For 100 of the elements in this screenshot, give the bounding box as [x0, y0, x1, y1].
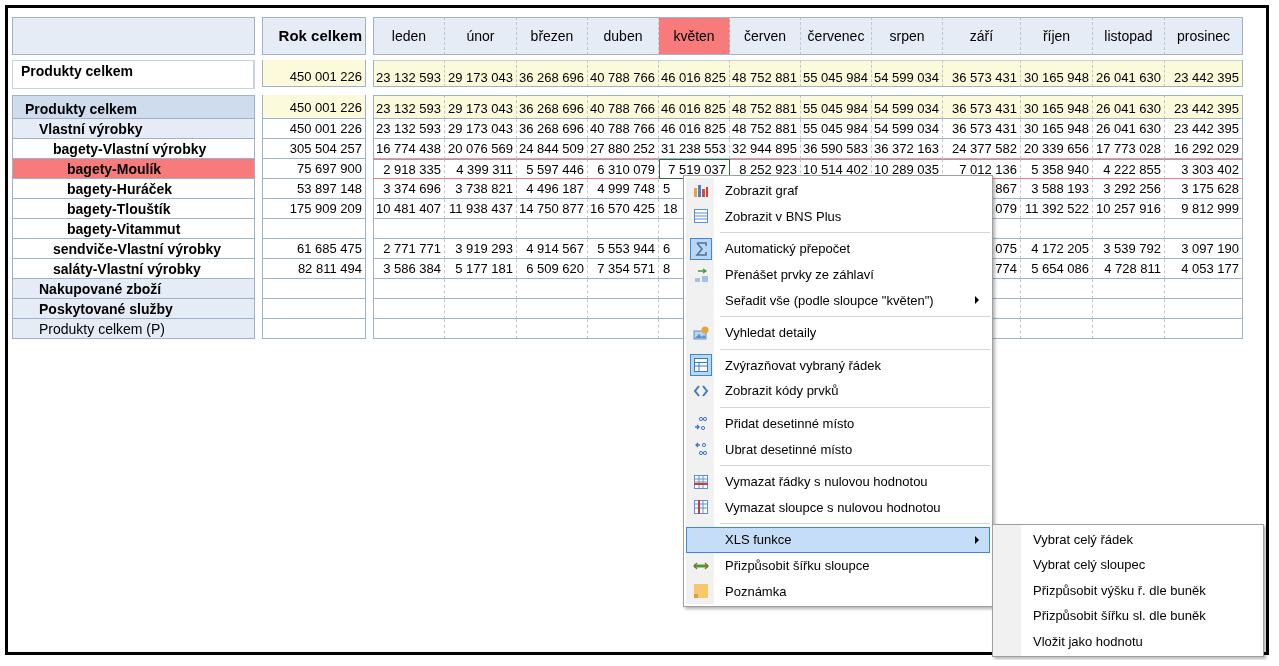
- menu-item[interactable]: Vymazat řádky s nulovou hodnotou: [686, 468, 990, 495]
- table-cell: 3 738 821: [445, 179, 517, 199]
- table-cell: 30 165 948: [1021, 95, 1093, 119]
- menu-item[interactable]: Vymazat sloupce s nulovou hodnotou: [686, 494, 990, 521]
- table-cell: 23 132 593: [373, 60, 445, 87]
- note-icon: [692, 582, 710, 601]
- menu-item[interactable]: Vyhledat detaily: [686, 319, 990, 346]
- table-cell: 16 292 029: [1165, 139, 1243, 159]
- column-header[interactable]: prosinec: [1165, 17, 1243, 55]
- table-cell: 175 909 209: [262, 199, 366, 219]
- row-label[interactable]: bagety-Vlastní výrobky: [12, 139, 255, 159]
- table-cell: 55 045 984: [801, 60, 872, 87]
- table-cell: 55 045 984: [801, 119, 872, 139]
- table-cell: 305 504 257: [262, 139, 366, 159]
- table-cell: 3 097 190: [1165, 239, 1243, 259]
- table-cell: 23 442 395: [1165, 119, 1243, 139]
- column-header[interactable]: leden: [373, 17, 445, 55]
- table-cell: 30 165 948: [1021, 119, 1093, 139]
- table-cell: 36 573 431: [943, 119, 1021, 139]
- table-cell: [445, 279, 517, 299]
- table-cell: [517, 279, 588, 299]
- row-label[interactable]: Poskytované služby: [12, 299, 255, 319]
- row-label[interactable]: Nakupované zboží: [12, 279, 255, 299]
- menu-item[interactable]: Vložit jako hodnotu: [993, 628, 1263, 654]
- row-label[interactable]: Produkty celkem: [12, 95, 255, 119]
- menu-item[interactable]: Přizpůsobit výšku ř. dle buněk: [993, 577, 1263, 604]
- column-header[interactable]: únor: [445, 17, 517, 55]
- table-cell: [517, 319, 588, 339]
- row-label[interactable]: Produkty celkem (P): [12, 319, 255, 339]
- row-label[interactable]: sendviče-Vlastní výrobky: [12, 239, 255, 259]
- row-label[interactable]: Vlastní výrobky: [12, 119, 255, 139]
- table-cell: 3 586 384: [373, 259, 445, 279]
- table-cell: [1093, 279, 1165, 299]
- table-cell: [1093, 319, 1165, 339]
- table-cell: 3 374 696: [373, 179, 445, 199]
- menu-item[interactable]: Zobrazit kódy prvků: [686, 378, 990, 404]
- row-label[interactable]: bagety-Moulík: [12, 159, 255, 179]
- table-cell: 26 041 630: [1093, 119, 1165, 139]
- menu-item[interactable]: XLS funkce: [686, 527, 990, 553]
- column-header[interactable]: červenec: [801, 17, 872, 55]
- table-cell: 48 752 881: [730, 95, 801, 119]
- table-cell: 54 599 034: [872, 60, 943, 87]
- row-label[interactable]: bagety-Vitammut: [12, 219, 255, 239]
- table-cell: 54 599 034: [872, 119, 943, 139]
- table-cell: [1093, 299, 1165, 319]
- column-header[interactable]: květen: [659, 17, 730, 55]
- table-cell: 32 944 895: [730, 139, 801, 159]
- table-cell: 14 750 877: [517, 199, 588, 219]
- menu-item[interactable]: Vybrat celý řádek: [993, 527, 1263, 553]
- table-cell: [517, 219, 588, 239]
- table-cell: [1093, 219, 1165, 239]
- row-label[interactable]: saláty-Vlastní výrobky: [12, 259, 255, 279]
- table-cell: 3 175 628: [1165, 179, 1243, 199]
- table-cell: [1021, 299, 1093, 319]
- column-header[interactable]: březen: [517, 17, 588, 55]
- table-cell: 36 268 696: [517, 119, 588, 139]
- table-cell: 450 001 226: [262, 60, 366, 87]
- table-cell: 6 509 620: [517, 259, 588, 279]
- column-header[interactable]: duben: [588, 17, 659, 55]
- column-header[interactable]: Rok celkem: [262, 17, 366, 55]
- list-icon: [692, 207, 710, 226]
- menu-item[interactable]: Zvýrazňovat vybraný řádek: [686, 352, 990, 379]
- table-cell: 31 238 553: [659, 139, 730, 159]
- table-cell: 48 752 881: [730, 119, 801, 139]
- menu-item[interactable]: Ubrat desetinné místo: [686, 436, 990, 462]
- table-cell: 6 310 079: [588, 159, 659, 179]
- column-header[interactable]: srpen: [872, 17, 943, 55]
- menu-item[interactable]: Seřadit vše (podle sloupce "květen"): [686, 287, 990, 313]
- menu-item[interactable]: Poznámka: [686, 578, 990, 604]
- table-cell: 9 812 999: [1165, 199, 1243, 219]
- column-header[interactable]: říjen: [1021, 17, 1093, 55]
- table-cell: 4 053 177: [1165, 259, 1243, 279]
- table-cell: 75 697 900: [262, 159, 366, 179]
- table-cell: 30 165 948: [1021, 60, 1093, 87]
- table-cell: 4 399 311: [445, 159, 517, 179]
- table-cell: [373, 319, 445, 339]
- table-cell: 4 999 748: [588, 179, 659, 199]
- table-cell: 40 788 766: [588, 119, 659, 139]
- column-header[interactable]: září: [943, 17, 1021, 55]
- table-cell: 48 752 881: [730, 60, 801, 87]
- row-label[interactable]: bagety-Tlouštík: [12, 199, 255, 219]
- table-cell: 23 442 395: [1165, 95, 1243, 119]
- column-header[interactable]: červen: [730, 17, 801, 55]
- menu-item[interactable]: Přidat desetinné místo: [686, 410, 990, 437]
- table-cell: 24 377 582: [943, 139, 1021, 159]
- menu-item[interactable]: Vybrat celý sloupec: [993, 552, 1263, 578]
- table-cell: 3 292 256: [1093, 179, 1165, 199]
- table-cell: 11 392 522: [1021, 199, 1093, 219]
- table-cell: 26 041 630: [1093, 60, 1165, 87]
- column-header[interactable]: listopad: [1093, 17, 1165, 55]
- menu-item[interactable]: Přizpůsobit šířku sloupce: [686, 552, 990, 579]
- table-cell: 2 918 335: [373, 159, 445, 179]
- table-cell: 36 268 696: [517, 60, 588, 87]
- table-cell: 3 303 402: [1165, 159, 1243, 179]
- menu-item[interactable]: Přizpůsobit šířku sl. dle buněk: [993, 603, 1263, 629]
- table-cell: 27 880 252: [588, 139, 659, 159]
- table-cell: 3 919 293: [445, 239, 517, 259]
- row-label[interactable]: bagety-Huráček: [12, 179, 255, 199]
- table-cell: 450 001 226: [262, 95, 366, 119]
- table-cell: 450 001 226: [262, 119, 366, 139]
